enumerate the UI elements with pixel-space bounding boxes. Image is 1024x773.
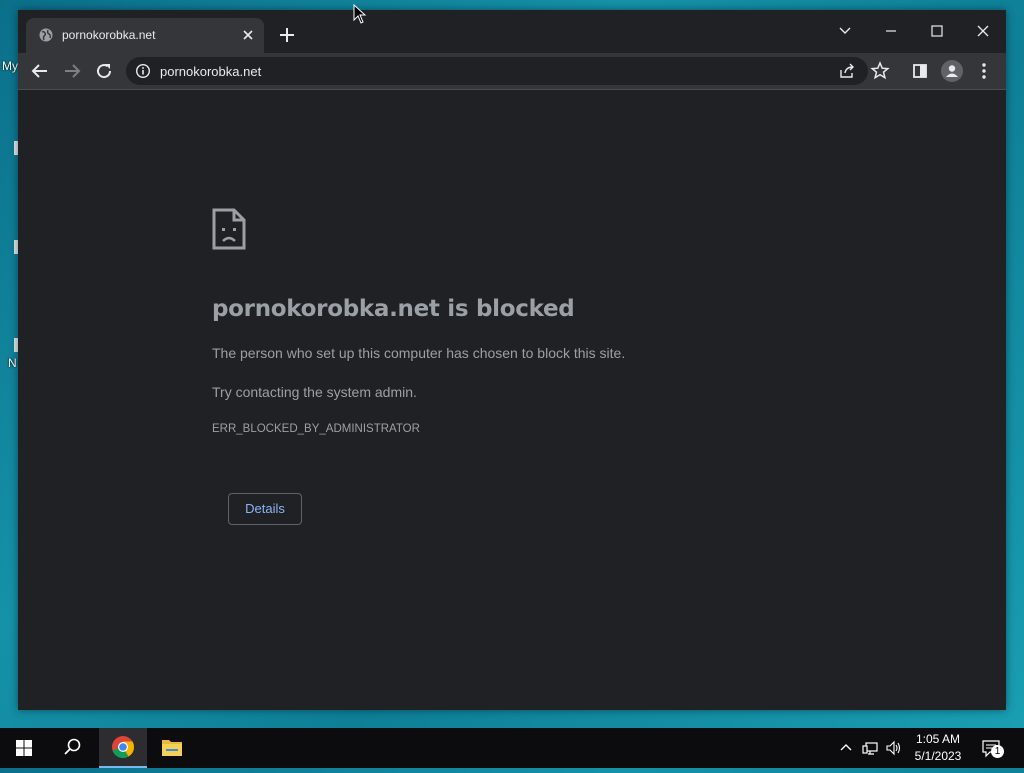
minimize-button[interactable] [873,16,909,46]
side-panel-icon[interactable] [908,59,932,83]
new-tab-button[interactable] [276,24,298,46]
browser-toolbar: pornokorobka.net [18,53,1006,90]
desktop-icon-label-my[interactable]: My [2,59,18,73]
close-window-button[interactable] [965,16,1001,46]
volume-icon[interactable] [885,740,901,756]
clock-time: 1:05 AM [915,732,961,746]
error-code: ERR_BLOCKED_BY_ADMINISTRATOR [212,423,420,435]
network-icon[interactable] [862,740,878,756]
taskbar: 1:05 AM 5/1/2023 1 [0,728,1024,768]
error-suggestion: Try contacting the system admin. [212,384,417,400]
url-text[interactable]: pornokorobka.net [160,64,261,79]
tab-strip: pornokorobka.net [18,10,1006,53]
search-button[interactable] [48,728,96,768]
tab-title: pornokorobka.net [62,28,156,42]
browser-window: pornokorobka.net pornokorobka.net pornok… [18,10,1006,710]
folder-icon [162,740,182,756]
globe-icon [39,28,53,42]
share-icon[interactable] [838,62,856,80]
error-message: The person who set up this computer has … [212,345,626,361]
tab-active[interactable]: pornokorobka.net [26,18,264,53]
maximize-button[interactable] [919,16,955,46]
forward-button[interactable] [60,59,84,83]
start-button[interactable] [0,728,48,768]
site-info-icon[interactable] [135,63,151,79]
profile-avatar-icon[interactable] [940,59,964,83]
more-menu-icon[interactable] [972,59,996,83]
action-center-button[interactable]: 1 [982,739,1004,759]
taskbar-file-explorer[interactable] [148,728,196,768]
clock-date: 5/1/2023 [914,749,962,763]
details-button[interactable]: Details [228,493,302,525]
error-title: pornokorobka.net is blocked [212,296,575,322]
sad-page-icon [212,208,246,250]
search-icon [64,738,81,755]
chrome-icon [112,736,134,759]
address-bar[interactable]: pornokorobka.net [126,57,868,85]
notification-badge: 1 [991,745,1004,758]
page-content: pornokorobka.net is blocked The person w… [18,90,1006,710]
desktop-icon-label-n[interactable]: N [8,356,17,370]
reload-button[interactable] [92,59,116,83]
mouse-cursor-icon [353,4,367,24]
bookmark-star-icon[interactable] [868,59,892,83]
back-button[interactable] [28,59,52,83]
show-hidden-icons-chevron[interactable] [838,740,854,756]
tab-search-chevron-icon[interactable] [827,16,863,46]
taskbar-chrome[interactable] [99,728,147,768]
windows-logo-icon [16,740,32,756]
close-tab-icon[interactable] [240,27,256,43]
system-clock[interactable]: 1:05 AM 5/1/2023 [906,731,970,765]
